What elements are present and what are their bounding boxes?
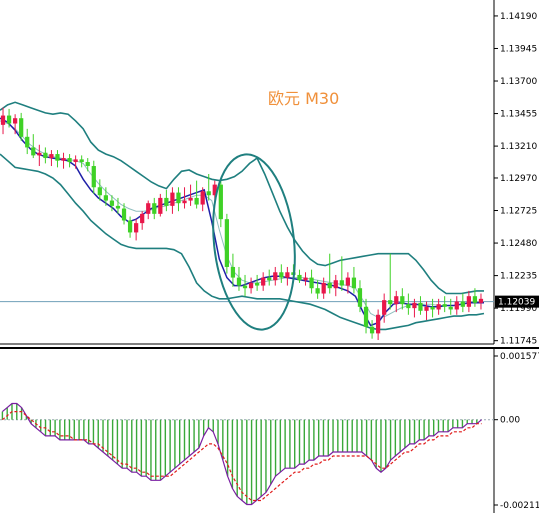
candle-body — [236, 277, 242, 286]
candle-body — [369, 326, 375, 334]
candle-body — [140, 213, 145, 224]
oscillator-tick-label: 0.001577 — [500, 352, 539, 362]
candle-body — [164, 197, 169, 206]
candle-body — [424, 306, 429, 311]
candle-body — [430, 306, 435, 310]
candle-body — [327, 282, 332, 289]
current-price-label: 1.12039 — [498, 298, 535, 308]
candle-body — [248, 282, 254, 289]
candle-body — [376, 314, 381, 334]
candle-body — [230, 266, 236, 278]
candle-body — [25, 136, 30, 148]
candle-body — [406, 304, 411, 309]
chart-stage: 1.14190 1.13945 1.13700 1.13455 1.13210 1.129… — [0, 0, 539, 513]
candle-body — [182, 200, 187, 204]
candle-body — [188, 197, 193, 201]
candle-body — [363, 306, 369, 327]
price-tick-label: 1.12235 — [500, 272, 537, 282]
price-tick-label: 1.13210 — [500, 142, 537, 152]
candle-body — [43, 152, 48, 159]
price-tick-label: 1.11745 — [500, 337, 537, 347]
candle-body — [442, 304, 447, 307]
candle-body — [37, 152, 42, 156]
candle-body — [472, 296, 478, 303]
candle-body — [170, 192, 175, 206]
candle-body — [218, 184, 223, 220]
candle-body — [206, 191, 211, 196]
candle-body — [61, 158, 66, 161]
candle-body — [85, 162, 90, 167]
candle-body — [400, 296, 405, 305]
candle-body — [73, 159, 78, 163]
candle-body — [466, 296, 471, 307]
candle-body — [382, 300, 387, 315]
candle-body — [176, 192, 181, 204]
candle-body — [345, 277, 350, 286]
candle-body — [267, 277, 272, 281]
candle-body — [127, 220, 133, 233]
candle-body — [49, 154, 54, 159]
candle-body — [309, 277, 314, 289]
price-tick-label: 1.14190 — [500, 12, 537, 22]
candle-body — [67, 158, 72, 163]
candle-body — [394, 296, 399, 305]
candle-body — [152, 203, 157, 214]
candle-body — [478, 298, 484, 303]
candle-body — [13, 118, 18, 124]
candle-body — [351, 277, 357, 289]
candle-body — [412, 302, 417, 309]
candle-body — [273, 272, 278, 281]
candle-body — [333, 280, 338, 289]
oscillator-tick-label: 0.00 — [500, 416, 520, 426]
candle-body — [97, 187, 102, 196]
candle-body — [357, 288, 363, 307]
candle-body — [134, 223, 139, 233]
candle-body — [146, 203, 151, 214]
candle-body — [255, 282, 260, 286]
candle-body — [194, 197, 199, 205]
candle-body — [418, 302, 423, 311]
candle-body — [285, 272, 290, 278]
price-tick-label: 1.12725 — [500, 207, 537, 217]
candle-body — [200, 191, 205, 205]
candle-body — [448, 306, 453, 310]
candle-body — [297, 274, 302, 281]
candle-body — [79, 159, 84, 163]
candle-body — [436, 304, 441, 310]
candle-body — [115, 205, 121, 209]
price-tick-label: 1.13700 — [500, 77, 537, 87]
candle-body — [321, 282, 326, 294]
candle-body — [6, 115, 12, 124]
candle-body — [31, 147, 36, 156]
candle-body — [460, 301, 465, 307]
candle-body — [315, 288, 320, 294]
price-tick-label: 1.12480 — [500, 239, 537, 249]
chart-title: 欧元 M30 — [268, 89, 339, 108]
candle-body — [339, 280, 344, 286]
candle-body — [454, 301, 459, 310]
candle-body — [261, 277, 266, 286]
price-tick-label: 1.13945 — [500, 44, 537, 54]
candle-body — [121, 208, 127, 221]
price-tick-label: 1.12970 — [500, 174, 537, 184]
candle-body — [158, 197, 163, 214]
candle-body — [91, 166, 96, 188]
candle-body — [388, 300, 393, 305]
candle-body — [242, 285, 248, 289]
candle-body — [303, 277, 308, 281]
candle-body — [224, 219, 229, 267]
chart-background — [0, 0, 539, 513]
candle-body — [279, 272, 284, 278]
price-tick-label: 1.13455 — [500, 110, 537, 120]
candle-body — [19, 118, 24, 137]
candle-body — [103, 195, 108, 201]
candle-body — [109, 200, 115, 206]
oscillator-tick-label: -0.002112 — [500, 501, 539, 511]
candle-body — [0, 115, 6, 125]
candle-body — [55, 154, 60, 161]
